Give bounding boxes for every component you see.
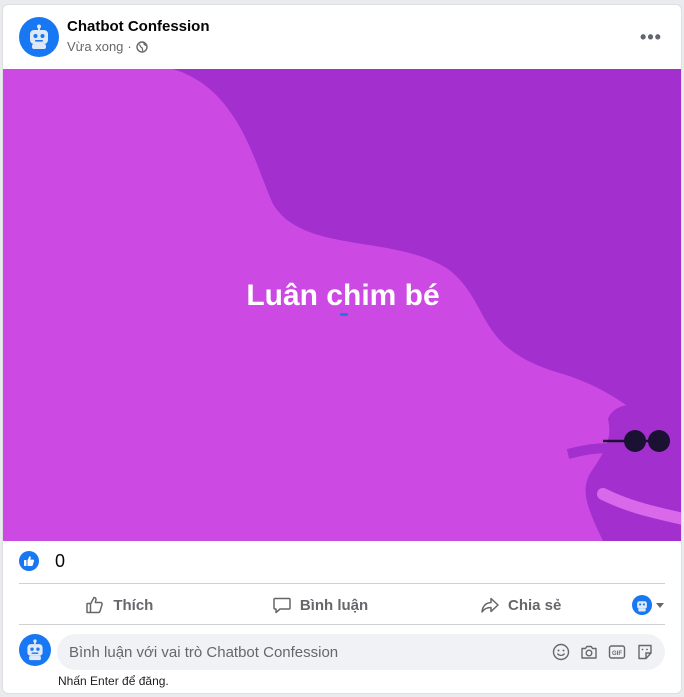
comment-composer: GIF — [19, 634, 665, 670]
gif-icon[interactable]: GIF — [607, 642, 627, 662]
share-label: Chia sẻ — [508, 596, 562, 614]
post-background: Luân chim bé — [3, 69, 681, 541]
comment-bubble-icon — [273, 597, 291, 614]
caret-down-icon — [656, 603, 665, 608]
divider-bottom — [19, 624, 665, 625]
share-button[interactable]: Chia sẻ — [420, 587, 621, 623]
divider-top — [19, 583, 665, 584]
post-meta: Vừa xong · — [67, 39, 148, 54]
post-time[interactable]: Vừa xong — [67, 39, 123, 54]
robot-icon — [27, 639, 43, 661]
camera-icon[interactable] — [579, 642, 599, 662]
post-hint: Nhấn Enter để đăng. — [58, 674, 169, 688]
svg-text:GIF: GIF — [612, 651, 622, 657]
thumbs-up-outline-icon — [86, 596, 104, 614]
comment-tools: GIF — [551, 642, 655, 662]
page-name[interactable]: Chatbot Confession — [67, 18, 210, 35]
reaction-count[interactable]: 0 — [55, 551, 65, 572]
comment-button[interactable]: Bình luận — [220, 587, 421, 623]
post-text: Luân chim bé — [246, 279, 440, 312]
comment-label: Bình luận — [299, 596, 369, 614]
share-arrow-icon — [481, 597, 499, 613]
meta-separator: · — [127, 39, 132, 54]
post-actions: Thích Bình luận Chia sẻ — [19, 585, 665, 625]
like-button[interactable]: Thích — [19, 587, 220, 623]
thumbs-up-icon — [24, 556, 35, 566]
emoji-icon[interactable] — [551, 642, 571, 662]
globe-icon[interactable] — [136, 40, 148, 53]
page-avatar[interactable] — [19, 17, 59, 57]
post-card: Chatbot Confession Vừa xong · ••• Luân c… — [2, 4, 682, 694]
more-options-icon[interactable]: ••• — [637, 23, 665, 51]
robot-icon — [637, 601, 647, 612]
post-header: Chatbot Confession Vừa xong · ••• — [3, 5, 681, 69]
like-icon — [19, 551, 39, 571]
actor-avatar — [632, 595, 653, 615]
sticker-icon[interactable] — [635, 642, 655, 662]
robot-icon — [30, 24, 48, 49]
text-cursor — [340, 313, 348, 316]
like-label: Thích — [113, 596, 154, 614]
commenter-avatar[interactable] — [19, 634, 51, 666]
actor-switcher[interactable] — [621, 595, 665, 615]
reactions-summary[interactable]: 0 — [19, 549, 65, 573]
